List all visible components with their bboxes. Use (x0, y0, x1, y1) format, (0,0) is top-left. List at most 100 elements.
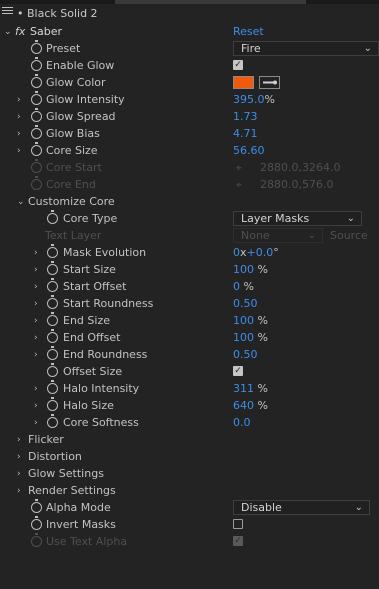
stopwatch-icon[interactable] (31, 57, 42, 71)
prop-label: Glow Color (46, 76, 106, 89)
group-label: Render Settings (28, 484, 116, 497)
chevron-right-icon[interactable]: › (34, 298, 38, 310)
chevron-right-icon[interactable]: › (17, 468, 21, 480)
group-label: Distortion (28, 450, 82, 463)
alpha-mode-dropdown[interactable]: Disable ⌄ (233, 500, 370, 515)
stopwatch-icon[interactable] (31, 142, 42, 156)
chevron-down-icon: ⌄ (363, 43, 372, 54)
prop-mask-evolution: › Mask Evolution 0x+0.0° (0, 244, 379, 262)
stopwatch-icon[interactable] (47, 346, 58, 360)
prop-label: Start Offset (63, 280, 127, 293)
chevron-down-icon: ⌄ (354, 502, 363, 513)
prop-end-offset: › End Offset 100 % (0, 329, 379, 347)
group-customize-core[interactable]: ⌄ Customize Core (0, 194, 379, 211)
color-swatch[interactable] (233, 76, 254, 89)
enable-glow-checkbox[interactable]: ✓ (233, 60, 243, 70)
prop-value[interactable]: 395.0% (233, 93, 275, 106)
stopwatch-icon[interactable] (31, 74, 42, 88)
eyedropper-icon[interactable] (259, 76, 280, 89)
stopwatch-icon[interactable] (47, 329, 58, 343)
effect-row-saber[interactable]: ⌄ fx Saber Reset (0, 24, 379, 41)
group-glow-settings[interactable]: › Glow Settings (0, 466, 379, 483)
group-flicker[interactable]: › Flicker (0, 432, 379, 449)
stopwatch-icon[interactable] (47, 363, 58, 377)
chevron-right-icon[interactable]: › (34, 315, 38, 327)
prop-label: Offset Size (63, 365, 123, 378)
chevron-right-icon[interactable]: › (34, 349, 38, 361)
stopwatch-icon (31, 176, 42, 190)
prop-value[interactable]: 4.71 (233, 127, 258, 140)
stopwatch-icon[interactable] (31, 499, 42, 513)
prop-halo-size: › Halo Size 640 % (0, 397, 379, 415)
stopwatch-icon[interactable] (31, 40, 42, 54)
prop-label: End Size (63, 314, 110, 327)
chevron-right-icon[interactable]: › (17, 485, 21, 497)
panel-menu-icon[interactable] (2, 7, 13, 18)
prop-label: Core Size (46, 144, 98, 157)
twirl-down-icon[interactable]: ⌄ (4, 26, 12, 38)
prop-preset: Preset Fire ⌄ (0, 40, 379, 58)
stopwatch-icon[interactable] (47, 210, 58, 224)
chevron-right-icon[interactable]: › (17, 128, 21, 140)
chevron-right-icon[interactable]: › (17, 111, 21, 123)
prop-value[interactable]: 311 % (233, 382, 268, 395)
chevron-right-icon[interactable]: › (34, 383, 38, 395)
stopwatch-icon[interactable] (47, 380, 58, 394)
prop-value[interactable]: 0.0 (233, 416, 251, 429)
stopwatch-icon[interactable] (47, 414, 58, 428)
prop-offset-size: Offset Size ✓ (0, 363, 379, 381)
stopwatch-icon[interactable] (47, 397, 58, 411)
prop-value[interactable]: 640 % (233, 399, 268, 412)
stopwatch-icon[interactable] (47, 312, 58, 326)
effect-name: Saber (30, 25, 62, 38)
chevron-right-icon[interactable]: › (34, 332, 38, 344)
chevron-right-icon[interactable]: › (34, 264, 38, 276)
chevron-right-icon[interactable]: › (17, 434, 21, 446)
chevron-right-icon[interactable]: › (34, 247, 38, 259)
prop-core-size: › Core Size 56.60 (0, 142, 379, 160)
prop-value[interactable]: 0.50 (233, 297, 258, 310)
stopwatch-icon[interactable] (47, 295, 58, 309)
prop-label: Core Softness (63, 416, 139, 429)
stopwatch-icon[interactable] (31, 125, 42, 139)
panel-title: • Black Solid 2 (17, 7, 98, 20)
stopwatch-icon[interactable] (47, 244, 58, 258)
stopwatch-icon[interactable] (47, 261, 58, 275)
stopwatch-icon (31, 159, 42, 173)
chevron-right-icon[interactable]: › (17, 145, 21, 157)
core-type-dropdown[interactable]: Layer Masks ⌄ (233, 211, 362, 226)
chevron-right-icon[interactable]: › (17, 451, 21, 463)
reset-link[interactable]: Reset (233, 25, 264, 38)
prop-value[interactable]: 100 % (233, 331, 268, 344)
prop-value[interactable]: 100 % (233, 263, 268, 276)
prop-value[interactable]: 1.73 (233, 110, 258, 123)
prop-value[interactable]: 0.50 (233, 348, 258, 361)
prop-end-size: › End Size 100 % (0, 312, 379, 330)
prop-value[interactable]: 0 % (233, 280, 254, 293)
stopwatch-icon[interactable] (31, 516, 42, 530)
prop-label: Mask Evolution (63, 246, 147, 259)
group-label: Glow Settings (28, 467, 104, 480)
prop-value[interactable]: 56.60 (233, 144, 265, 157)
offset-size-checkbox[interactable]: ✓ (233, 366, 243, 376)
prop-value: 2880.0,576.0 (260, 178, 334, 191)
chevron-right-icon[interactable]: › (34, 417, 38, 429)
prop-start-size: › Start Size 100 % (0, 261, 379, 279)
group-render-settings[interactable]: › Render Settings (0, 483, 379, 500)
prop-label: End Roundness (63, 348, 148, 361)
prop-glow-spread: › Glow Spread 1.73 (0, 108, 379, 126)
prop-value[interactable]: 0x+0.0° (233, 246, 279, 259)
chevron-right-icon[interactable]: › (34, 400, 38, 412)
stopwatch-icon[interactable] (47, 278, 58, 292)
chevron-right-icon[interactable]: › (17, 94, 21, 106)
twirl-down-icon[interactable]: ⌄ (17, 196, 25, 208)
fx-badge[interactable]: fx (15, 25, 25, 38)
chevron-right-icon[interactable]: › (34, 281, 38, 293)
preset-dropdown[interactable]: Fire ⌄ (233, 41, 379, 56)
group-distortion[interactable]: › Distortion (0, 449, 379, 466)
stopwatch-icon[interactable] (31, 108, 42, 122)
prop-label: Core Type (63, 212, 118, 225)
stopwatch-icon[interactable] (31, 91, 42, 105)
prop-value[interactable]: 100 % (233, 314, 268, 327)
invert-masks-checkbox[interactable] (233, 519, 243, 529)
